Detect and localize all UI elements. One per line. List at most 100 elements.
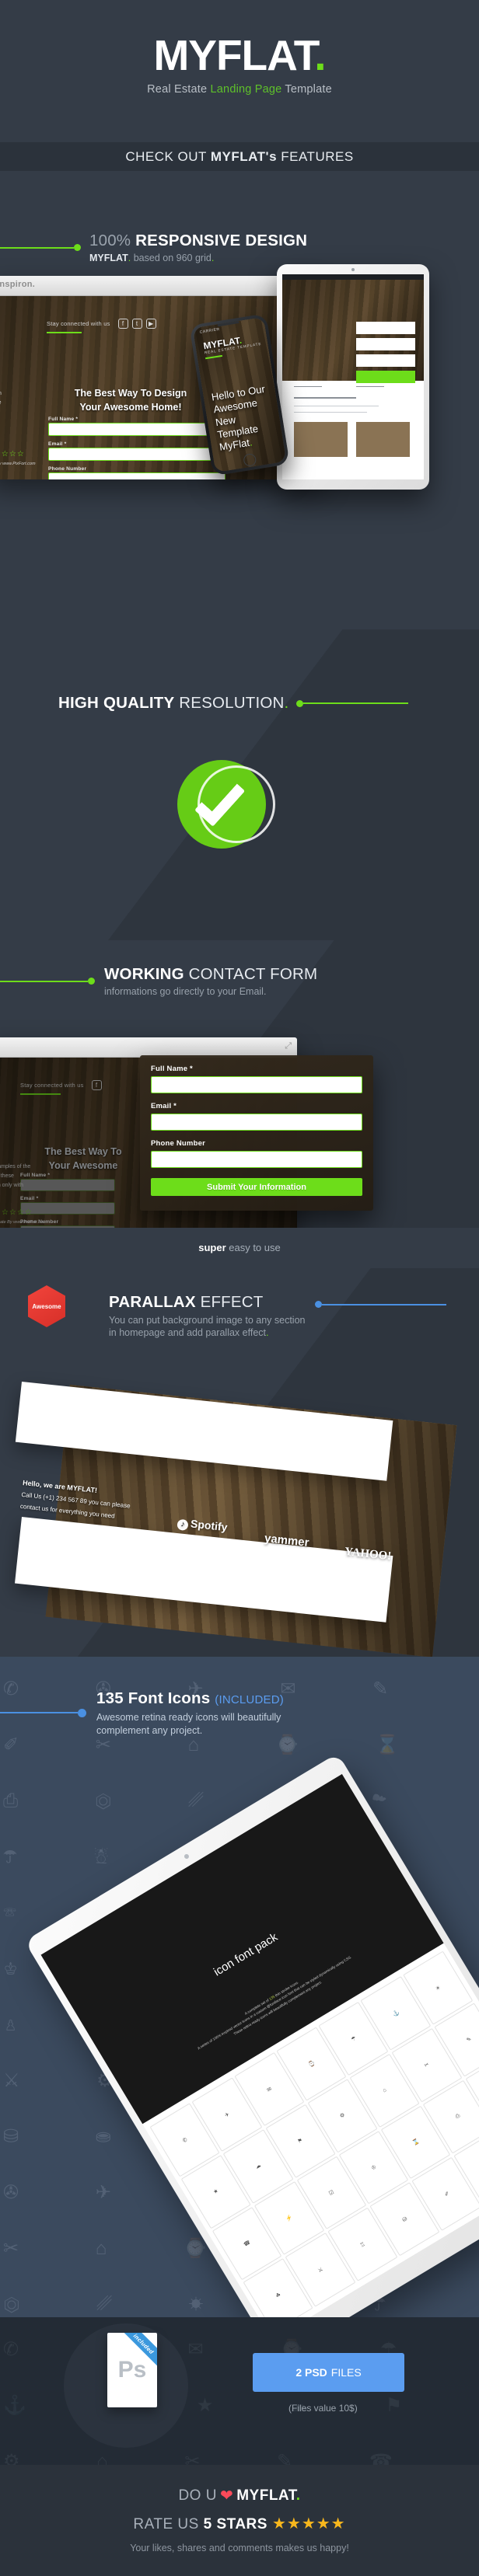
phone-input[interactable] bbox=[48, 472, 226, 479]
contact-side-3: esign only with bbox=[0, 1182, 23, 1188]
side-text: within of the bbox=[0, 389, 34, 408]
logo-subtitle-green: Landing Page bbox=[210, 83, 282, 96]
logo-text: MYFLAT bbox=[153, 31, 315, 79]
form-phone-label: Phone Number bbox=[151, 1139, 205, 1148]
tablet-site bbox=[282, 274, 424, 479]
psd-file-icon: Ps included bbox=[107, 2333, 157, 2407]
easy-text: super easy to use bbox=[0, 1228, 479, 1268]
form-fullname-label: Full Name * bbox=[151, 1065, 193, 1073]
responsive-mockup-stage: inspiron. ⤢ Stay connected with us f t ▶ bbox=[0, 171, 479, 629]
side-text-1: within bbox=[0, 391, 2, 396]
contact-rating-stars: ☆☆☆☆☆ bbox=[0, 1208, 33, 1217]
hq-leader-dot bbox=[296, 699, 304, 707]
hq-headline-bold: HIGH QUALITY bbox=[58, 694, 175, 712]
tablet-feature-2 bbox=[355, 385, 385, 388]
footer-stars[interactable]: ★★★★★ bbox=[272, 2515, 346, 2532]
form-email-input[interactable] bbox=[151, 1114, 362, 1131]
hq-headline: HIGH QUALITY RESOLUTION. bbox=[58, 694, 288, 713]
tablet-input-3[interactable] bbox=[355, 354, 416, 367]
tablet-camera-icon bbox=[351, 268, 355, 271]
tablet-submit-button[interactable] bbox=[355, 371, 416, 383]
contact-side-2: nit in these bbox=[0, 1173, 14, 1179]
heart-icon: ❤ bbox=[219, 2487, 234, 2505]
tablet-text-line-2 bbox=[293, 405, 379, 407]
tablet-statusbar bbox=[282, 274, 424, 280]
footer-rate-pre: RATE US bbox=[133, 2516, 204, 2532]
psd-files-note: (Files value 10$) bbox=[288, 2403, 358, 2414]
logo-subtitle: Real Estate Landing Page Template bbox=[0, 83, 479, 96]
hq-headline-row: HIGH QUALITY RESOLUTION. bbox=[58, 694, 409, 713]
contact-side-1: o examples of the bbox=[0, 1164, 31, 1169]
icons-leader-dot bbox=[78, 1708, 86, 1717]
psd-files-button[interactable]: 2 PSD FILES bbox=[253, 2353, 404, 2392]
contact-form-card: Full Name * Email * Phone Number Submit … bbox=[140, 1055, 373, 1211]
contact-rate-text: Rate By www.PixFort.com bbox=[0, 1220, 47, 1225]
icons-headline-count: 135 Font Icons bbox=[96, 1689, 211, 1707]
contact-form-section: WORKING CONTACT FORM informations go dir… bbox=[0, 940, 479, 1228]
form-fullname-input[interactable] bbox=[151, 1076, 362, 1093]
youtube-icon[interactable]: ▶ bbox=[145, 319, 156, 329]
green-rule bbox=[47, 332, 82, 333]
tablet-input-1[interactable] bbox=[355, 321, 416, 334]
easy-rest: easy to use bbox=[226, 1242, 281, 1253]
contact-facebook-icon[interactable]: f bbox=[91, 1080, 102, 1090]
awesome-badge-label: Awesome bbox=[32, 1302, 61, 1310]
tablet-screen bbox=[282, 274, 424, 479]
contact-social-row: Stay connected with us f bbox=[20, 1080, 102, 1090]
contact-headline-row: WORKING CONTACT FORM informations go dir… bbox=[0, 965, 317, 997]
features-bold: MYFLAT's bbox=[210, 149, 278, 164]
psd-doc-label: Ps bbox=[117, 2357, 147, 2383]
tablet-input-2[interactable] bbox=[355, 337, 416, 350]
phone-heading: Hello to Our Awesome New Template MyFlat… bbox=[211, 382, 281, 454]
footer-row-1: DO U ❤ MYFLAT. bbox=[0, 2465, 479, 2505]
high-quality-section: HIGH QUALITY RESOLUTION. bbox=[0, 629, 479, 940]
contact-bg-email-input[interactable] bbox=[20, 1202, 115, 1215]
parallax-headline-bold: PARALLAX bbox=[109, 1293, 196, 1311]
site-heading-line1: The Best Way To Design bbox=[74, 388, 187, 399]
spotify-icon: ♪ bbox=[177, 1518, 189, 1532]
contact-headline: WORKING CONTACT FORM bbox=[104, 965, 317, 984]
contact-resize-icon[interactable]: ⤢ bbox=[285, 1041, 292, 1051]
responsive-design-section: 100% RESPONSIVE DESIGN MYFLAT. based on … bbox=[0, 171, 479, 629]
parallax-leader-line bbox=[321, 1304, 446, 1305]
form-phone-input[interactable] bbox=[151, 1151, 362, 1168]
form-submit-button[interactable]: Submit Your Information bbox=[151, 1178, 362, 1196]
icons-headline-row: 135 Font Icons (INCLUDED) Awesome retina… bbox=[0, 1689, 284, 1736]
tablet-text-line-1 bbox=[293, 397, 356, 399]
features-bar-text: CHECK OUT MYFLAT's FEATURES bbox=[0, 142, 479, 171]
contact-bg-email-label: Email * bbox=[20, 1196, 39, 1201]
logo-header-section: MYFLAT. Real Estate Landing Page Templat… bbox=[0, 0, 479, 142]
phone-heading-text: Hello to Our Awesome New Template MyFlat bbox=[210, 382, 266, 453]
brand-logo: MYFLAT. Real Estate Landing Page Templat… bbox=[0, 0, 479, 96]
contact-social-label: Stay connected with us bbox=[20, 1082, 84, 1089]
footer-pre: DO U bbox=[178, 2487, 217, 2504]
parallax-section: Awesome PARALLAX EFFECT You can put back… bbox=[0, 1268, 479, 1657]
easy-bold: super bbox=[198, 1242, 226, 1253]
contact-headline-dim: CONTACT FORM bbox=[184, 965, 318, 983]
tablet-thumb-2 bbox=[355, 422, 410, 457]
twitter-icon[interactable]: t bbox=[131, 319, 142, 329]
parallax-leader-dot bbox=[314, 1301, 322, 1308]
contact-leader-dot bbox=[88, 978, 95, 985]
contact-leader-line bbox=[0, 980, 88, 982]
email-input[interactable] bbox=[48, 448, 226, 461]
psd-button-rest: FILES bbox=[330, 2366, 362, 2379]
parallax-headline-row: PARALLAX EFFECT You can put background i… bbox=[109, 1293, 446, 1338]
footer-row-3: Your likes, shares and comments makes us… bbox=[130, 2543, 349, 2553]
features-pre: CHECK OUT bbox=[125, 149, 211, 164]
fullname-label: Full Name * bbox=[48, 417, 79, 422]
fullname-input[interactable] bbox=[48, 423, 226, 436]
logo-dot: . bbox=[314, 31, 326, 79]
icons-sub-1: Awesome retina ready icons will beautifu… bbox=[96, 1712, 281, 1723]
logo-subtitle-post: Template bbox=[281, 83, 332, 96]
facebook-icon[interactable]: f bbox=[117, 319, 128, 329]
parallax-sub-1: You can put background image to any sect… bbox=[109, 1315, 306, 1326]
rate-text: Rate By www.PixFort.com bbox=[0, 462, 36, 466]
easy-to-use-section: super easy to use bbox=[0, 1228, 479, 1268]
check-circle-icon bbox=[177, 760, 275, 849]
contact-headline-bold: WORKING bbox=[104, 965, 184, 983]
page-root: MYFLAT. Real Estate Landing Page Templat… bbox=[0, 0, 479, 2576]
psd-button-bold: 2 PSD bbox=[295, 2366, 327, 2379]
parallax-sub-dot: . bbox=[266, 1327, 269, 1338]
contact-site-heading-1: The Best Way To bbox=[44, 1146, 122, 1157]
